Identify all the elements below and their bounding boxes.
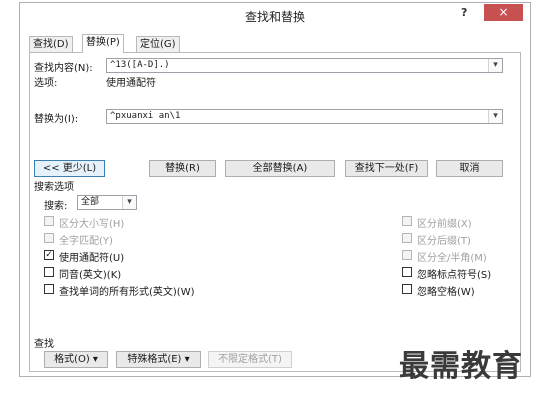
whole-word-label: 全字匹配(Y)	[59, 236, 113, 247]
all-word-forms-label: 查找单词的所有形式(英文)(W)	[59, 287, 195, 298]
all-word-forms-checkbox[interactable]	[44, 284, 54, 294]
title-bar: 查找和替换 ? ×	[20, 3, 530, 29]
options-value: 使用通配符	[106, 78, 156, 89]
use-wildcards-label: 使用通配符(U)	[59, 253, 125, 264]
match-width-label: 区分全/半角(M)	[417, 253, 487, 264]
chevron-down-icon[interactable]: ▾	[122, 196, 136, 209]
chevron-down-icon[interactable]: ▾	[488, 110, 502, 123]
ignore-punctuation-label: 忽略标点符号(S)	[417, 270, 492, 281]
replace-with-input[interactable]: ^pxuanxi an\1 ▾	[106, 109, 503, 124]
replace-tab-panel	[29, 52, 521, 372]
special-button[interactable]: 特殊格式(E) ▾	[116, 351, 201, 368]
tab-find[interactable]: 查找(D)	[29, 36, 73, 52]
options-label: 选项:	[34, 78, 58, 89]
sounds-like-checkbox[interactable]	[44, 267, 54, 277]
whole-word-checkbox[interactable]	[44, 233, 54, 243]
format-button[interactable]: 格式(O) ▾	[44, 351, 108, 368]
search-direction-label: 搜索:	[44, 201, 68, 212]
find-what-label: 查找内容(N):	[34, 63, 93, 74]
watermark-logo: 最需教育	[399, 349, 523, 384]
find-what-input[interactable]: ^13([A-D].) ▾	[106, 58, 503, 73]
sounds-like-label: 同音(英文)(K)	[59, 270, 122, 281]
window-title: 查找和替换	[244, 10, 305, 24]
ignore-whitespace-checkbox[interactable]	[402, 284, 412, 294]
less-button[interactable]: << 更少(L)	[34, 160, 105, 177]
find-what-value: ^13([A-D].)	[110, 60, 170, 70]
ignore-punctuation-checkbox[interactable]	[402, 267, 412, 277]
replace-with-value: ^pxuanxi an\1	[110, 111, 181, 121]
chevron-down-icon[interactable]: ▾	[488, 59, 502, 72]
help-button[interactable]: ?	[461, 6, 467, 19]
tab-replace[interactable]: 替换(P)	[82, 34, 124, 53]
find-replace-dialog: 查找和替换 ? × 查找(D) 替换(P) 定位(G) 查找内容(N): ^13…	[19, 2, 531, 377]
search-options-heading: 搜索选项	[34, 182, 74, 193]
replace-button[interactable]: 替换(R)	[149, 160, 216, 177]
no-formatting-button[interactable]: 不限定格式(T)	[208, 351, 292, 368]
find-format-heading: 查找	[34, 339, 54, 350]
match-width-checkbox[interactable]	[402, 250, 412, 260]
search-direction-select[interactable]: 全部 ▾	[77, 195, 137, 210]
use-wildcards-checkbox[interactable]: ✓	[44, 250, 54, 260]
cancel-button[interactable]: 取消	[436, 160, 503, 177]
tab-goto[interactable]: 定位(G)	[136, 36, 180, 52]
match-suffix-label: 区分后缀(T)	[417, 236, 471, 247]
replace-all-button[interactable]: 全部替换(A)	[225, 160, 335, 177]
match-suffix-checkbox[interactable]	[402, 233, 412, 243]
ignore-whitespace-label: 忽略空格(W)	[417, 287, 475, 298]
search-direction-value: 全部	[81, 197, 100, 207]
match-prefix-label: 区分前缀(X)	[417, 219, 472, 230]
check-icon: ✓	[45, 250, 53, 260]
find-next-button[interactable]: 查找下一处(F)	[345, 160, 428, 177]
match-case-label: 区分大小写(H)	[59, 219, 125, 230]
close-button[interactable]: ×	[484, 4, 523, 21]
match-case-checkbox[interactable]	[44, 216, 54, 226]
match-prefix-checkbox[interactable]	[402, 216, 412, 226]
replace-with-label: 替换为(I):	[34, 114, 79, 125]
